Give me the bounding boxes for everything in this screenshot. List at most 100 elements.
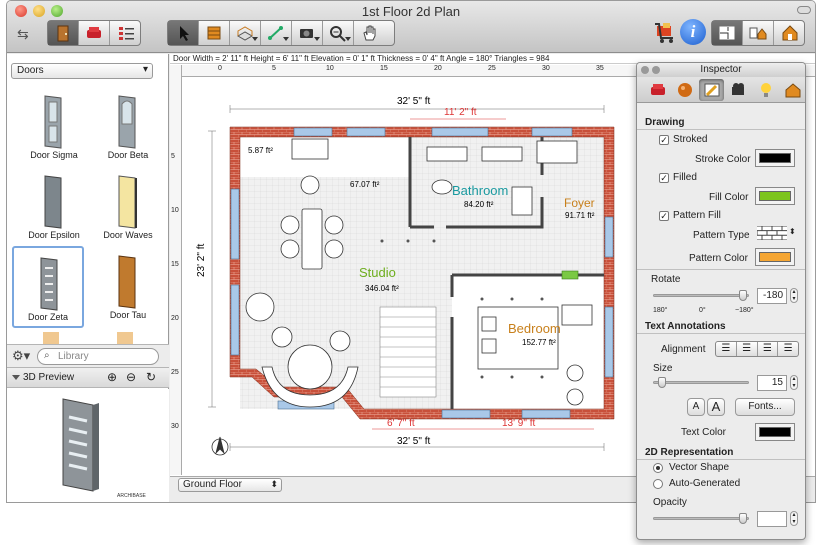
sphere-icon — [677, 83, 692, 97]
library-category-select[interactable]: Doors — [11, 63, 153, 79]
opacity-slider-knob[interactable] — [739, 513, 748, 524]
align-right-icon[interactable]: ☰ — [758, 342, 779, 356]
room-area-label: 346.04 ft² — [365, 284, 399, 293]
back-forward-icon[interactable]: ⇆ — [17, 26, 29, 43]
watermark-logo: ARCHIBASE — [117, 493, 146, 499]
toolbar-toggle-button[interactable] — [797, 6, 811, 14]
tab-2d-style[interactable] — [699, 79, 724, 101]
tab-camera[interactable] — [726, 79, 751, 101]
pan-tool-button[interactable] — [354, 21, 385, 45]
tab-building[interactable] — [780, 79, 805, 101]
rotate-tick-label: 180° — [653, 307, 668, 314]
size-value-field[interactable]: 15 — [757, 375, 787, 391]
increase-font-button[interactable]: A — [707, 398, 725, 416]
left-dimension-label: 23' 2" ft — [196, 244, 207, 277]
opacity-slider[interactable] — [653, 513, 749, 524]
brick-pattern-icon — [756, 225, 787, 241]
pattern-type-select[interactable]: ⬍ — [756, 225, 797, 242]
selected-door[interactable] — [561, 270, 579, 280]
pattern-fill-label: Pattern Fill — [673, 210, 721, 221]
wall-tool-button[interactable] — [199, 21, 230, 45]
light-bulb-icon — [760, 83, 771, 97]
top-dimension-label: 32' 5" ft — [397, 96, 430, 107]
cart-icon[interactable] — [651, 18, 679, 46]
library-panel: Doors Door Sigma Door Beta Door Epsilon … — [7, 54, 169, 502]
inspector-minimize-button[interactable] — [652, 66, 660, 74]
ruler-tick-label: 15 — [380, 65, 388, 72]
rotate-tick-label: −180° — [735, 307, 754, 314]
preview-header[interactable]: 3D Preview ⊕ ⊖ ↻ — [7, 368, 169, 388]
vector-shape-radio[interactable] — [653, 463, 663, 473]
align-left-icon[interactable]: ☰ — [716, 342, 737, 356]
opacity-stepper[interactable]: ▴ ▾ — [790, 511, 798, 526]
pattern-fill-checkbox[interactable]: ✓ — [659, 211, 669, 221]
align-center-icon[interactable]: ☰ — [737, 342, 758, 356]
size-stepper[interactable]: ▴ ▾ — [790, 375, 798, 390]
fonts-button[interactable]: Fonts... — [735, 398, 795, 416]
tab-light[interactable] — [753, 79, 778, 101]
align-justify-icon[interactable]: ☰ — [778, 342, 798, 356]
pattern-color-well[interactable] — [755, 248, 795, 266]
zoom-tool-button[interactable] — [323, 21, 354, 45]
door-sigma-thumbnail — [44, 95, 62, 149]
library-list-button[interactable] — [110, 21, 141, 45]
decrease-font-button[interactable]: A — [687, 398, 705, 416]
tab-object[interactable] — [645, 79, 670, 101]
rotate-icon[interactable]: ↻ — [146, 370, 156, 384]
door-beta-thumbnail — [118, 95, 136, 149]
opacity-value-field[interactable] — [757, 511, 787, 527]
ruler-tick-label: 15 — [171, 261, 179, 268]
drawing-section-header: Drawing — [645, 117, 685, 128]
zoom-in-icon[interactable]: ⊕ — [107, 370, 117, 384]
view-2d-button[interactable] — [712, 21, 743, 45]
ruler-tick-label: 5 — [171, 153, 175, 160]
library-item-door-sigma[interactable]: Door Sigma — [19, 88, 89, 168]
tab-material[interactable] — [672, 79, 697, 101]
ruler-tick-label: 35 — [596, 65, 604, 72]
library-doors-button[interactable] — [48, 21, 79, 45]
size-slider[interactable] — [653, 377, 749, 388]
rotate-slider[interactable] — [653, 290, 749, 301]
stroked-checkbox[interactable]: ✓ — [659, 135, 669, 145]
preview-area: ARCHIBASE — [7, 389, 169, 502]
hand-icon — [362, 25, 375, 41]
library-item-door-zeta[interactable]: Door Zeta — [12, 246, 84, 328]
ruler-tick-label: 10 — [171, 207, 179, 214]
library-furniture-button[interactable] — [79, 21, 110, 45]
library-item-door-waves[interactable]: Door Waves — [93, 168, 163, 248]
inspector-close-button[interactable] — [641, 66, 649, 74]
representation-header: 2D Representation — [645, 447, 734, 458]
select-tool-button[interactable] — [168, 21, 199, 45]
view-split-button[interactable] — [743, 21, 774, 45]
floor-select[interactable]: Ground Floor — [178, 478, 282, 492]
stroke-color-label: Stroke Color — [695, 154, 751, 165]
library-item-door-epsilon[interactable]: Door Epsilon — [19, 168, 89, 248]
rotate-stepper[interactable]: ▴ ▾ — [790, 288, 798, 303]
library-search-input[interactable]: ⌕ Library — [37, 348, 159, 365]
dimension-tool-button[interactable] — [261, 21, 292, 45]
door-tau-thumbnail — [118, 255, 136, 309]
floor-icon — [236, 26, 254, 41]
library-item-door-beta[interactable]: Door Beta — [93, 88, 163, 168]
stroke-color-well[interactable] — [755, 149, 795, 167]
filled-checkbox[interactable]: ✓ — [659, 173, 669, 183]
size-slider-knob[interactable] — [658, 377, 667, 388]
zoom-out-icon[interactable]: ⊖ — [126, 370, 136, 384]
text-color-well[interactable] — [755, 423, 795, 441]
floor-plan[interactable]: 32' 5" ft 11' 2" ft 23' 2" ft 32' 5" ft … — [182, 77, 644, 475]
view-3d-button[interactable] — [774, 21, 805, 45]
alignment-label: Alignment — [661, 344, 706, 355]
text-annotations-header: Text Annotations — [645, 321, 726, 332]
fill-color-well[interactable] — [755, 187, 795, 205]
room-area-label: 5.87 ft² — [248, 146, 273, 155]
rotate-slider-knob[interactable] — [739, 290, 748, 301]
camera-tool-button[interactable] — [292, 21, 323, 45]
library-item-door-tau[interactable]: Door Tau — [93, 248, 163, 328]
room-tool-button[interactable] — [230, 21, 261, 45]
gear-icon[interactable]: ⚙▾ — [12, 348, 30, 364]
door-icon — [57, 25, 69, 42]
library-item-partial — [43, 332, 59, 344]
info-icon[interactable]: i — [680, 19, 706, 45]
auto-generated-radio[interactable] — [653, 479, 663, 489]
rotate-value-field[interactable]: -180 — [757, 288, 787, 304]
